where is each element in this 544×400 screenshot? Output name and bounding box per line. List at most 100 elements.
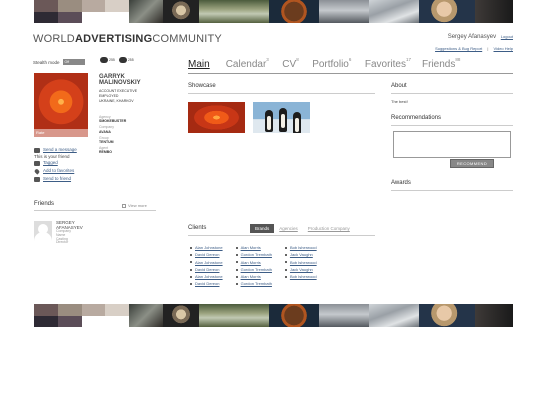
penguin (265, 110, 273, 132)
client-link[interactable]: Gordon Trembath (241, 251, 272, 258)
profile-actions: Send a message This is your friend Tagge… (33, 146, 77, 183)
list-item[interactable]: David Dereon (190, 266, 223, 273)
tab-label: Calendar (225, 59, 267, 70)
messages-counter[interactable]: 255 (100, 57, 115, 63)
divider (391, 93, 513, 94)
list-item[interactable]: David Dereon (190, 280, 223, 287)
client-link[interactable]: Alan Morris (241, 273, 261, 280)
tab-favorites[interactable]: Favorites 17 (365, 57, 411, 70)
client-link[interactable]: Alan Johnstone (195, 244, 223, 251)
tab-count: 88 (455, 57, 461, 62)
list-item[interactable]: Gordon Trembath (236, 280, 272, 287)
showcase-thumbnail[interactable] (188, 102, 245, 133)
list-item[interactable]: Alan Morris (236, 273, 272, 280)
tab-portfolio[interactable]: Portfolio 6 (312, 57, 352, 70)
logout-link[interactable]: Logout (501, 34, 513, 39)
client-link[interactable]: Jack Vaughn (290, 266, 313, 273)
send-message-link[interactable]: Send a message (43, 146, 77, 154)
list-item[interactable]: Bob Isherwood (285, 244, 317, 251)
divider (391, 125, 513, 126)
footer-photo-strip (34, 304, 513, 327)
stealth-value: Off (64, 60, 70, 64)
showcase-heading: Showcase (188, 83, 216, 89)
stealth-mode: Stealth mode Off (33, 59, 85, 65)
showcase-thumbnail[interactable] (253, 102, 310, 133)
list-item[interactable]: Bob Isherwood (285, 273, 317, 280)
list-item[interactable]: David Dereon (190, 251, 223, 258)
separator: | (487, 46, 489, 51)
tagged-link[interactable]: Tagged (43, 159, 58, 167)
stealth-toggle[interactable]: Off (62, 59, 85, 65)
suggestions-link[interactable]: Suggestions & Bug Report (435, 46, 482, 51)
client-link[interactable]: Gordon Trembath (241, 280, 272, 287)
friend-card[interactable]: SERGEY AFANASYEV Company Name Casting Di… (34, 220, 83, 245)
share-icon (34, 176, 40, 182)
client-link[interactable]: Jack Vaughn (290, 251, 313, 258)
client-link[interactable]: David Dereon (195, 251, 219, 258)
list-item[interactable]: Jack Vaughn (285, 251, 317, 258)
tab-cv[interactable]: CV 8 (282, 57, 298, 70)
divider (188, 73, 513, 74)
client-link[interactable]: Alan Morris (241, 244, 261, 251)
strip-photo (319, 304, 369, 327)
site-logo[interactable]: WORLDADVERTISINGCOMMUNITY (33, 33, 222, 45)
tab-label: Friends (422, 59, 456, 70)
client-link[interactable]: Alan Johnstone (195, 259, 223, 266)
list-item[interactable]: Alan Morris (236, 244, 272, 251)
list-item[interactable]: Alan Johnstone (190, 273, 223, 280)
tab-production-company[interactable]: Production Company (303, 224, 355, 233)
notification-counters: 255 255 (100, 57, 134, 63)
client-link[interactable]: Bob Isherwood (290, 259, 317, 266)
logo-text: WORLD (33, 33, 75, 45)
about-text: The best! (391, 99, 408, 104)
send-to-friend-link[interactable]: Send to friend (43, 175, 71, 183)
add-favorites-link[interactable]: Add to favorites (43, 167, 74, 175)
list-item[interactable]: Gordon Trembath (236, 266, 272, 273)
tab-friends[interactable]: Friends 88 (422, 57, 460, 70)
list-item[interactable]: Alan Johnstone (190, 259, 223, 266)
strip-photo (199, 0, 269, 23)
rate-bar[interactable]: Rate (34, 129, 88, 137)
list-item[interactable]: Jack Vaughn (285, 266, 317, 273)
recommendations-heading: Recommendations (391, 115, 442, 121)
heart-icon (33, 167, 41, 175)
video-help-link[interactable]: Video Help (494, 46, 514, 51)
tab-count: 6 (348, 57, 352, 62)
comments-counter[interactable]: 255 (118, 57, 134, 63)
list-item[interactable]: Alan Johnstone (190, 244, 223, 251)
clients-tabs: Brands Agencies Production Company (250, 224, 355, 233)
about-heading: About (391, 83, 407, 89)
strip-photo (419, 0, 475, 23)
client-link[interactable]: Gordon Trembath (241, 266, 272, 273)
view-more-button[interactable]: View more (122, 203, 147, 208)
list-item[interactable]: Alan Morris (236, 259, 272, 266)
recommend-button[interactable]: RECOMMEND (450, 159, 494, 168)
clients-column: Alan Johnstone David Dereon Alan Johnsto… (190, 244, 223, 288)
friend-detail: Director (56, 240, 69, 245)
strip-photo (475, 0, 513, 23)
client-link[interactable]: David Dereon (195, 266, 219, 273)
message-icon (100, 57, 108, 63)
client-link[interactable]: David Dereon (195, 280, 219, 287)
view-more-label: View more (128, 203, 147, 208)
list-item[interactable]: Gordon Trembath (236, 251, 272, 258)
client-link[interactable]: Alan Morris (241, 259, 261, 266)
client-link[interactable]: Alan Johnstone (195, 273, 223, 280)
penguin (279, 108, 287, 132)
tab-main[interactable]: Main (188, 59, 210, 70)
client-link[interactable]: Bob Isherwood (290, 244, 317, 251)
counter-value: 255 (127, 58, 134, 62)
fact-value: SMOKEBUSTER (99, 119, 127, 124)
tab-agencies[interactable]: Agencies (274, 224, 303, 233)
tab-brands[interactable]: Brands (250, 224, 275, 233)
tab-calendar[interactable]: Calendar 3 (225, 57, 269, 70)
recommendation-input[interactable] (393, 131, 511, 158)
avatar (34, 221, 52, 241)
tab-label: Portfolio (312, 59, 349, 70)
top-links: Suggestions & Bug Report | Video Help (435, 46, 513, 51)
list-item[interactable]: Bob Isherwood (285, 259, 317, 266)
current-user: Sergey Afanasyev Logout (448, 34, 513, 40)
profile-nav: Main Calendar 3 CV 8 Portfolio 6 Favorites 1… (188, 57, 471, 70)
counter-value: 255 (109, 58, 115, 62)
client-link[interactable]: Bob Isherwood (290, 273, 317, 280)
